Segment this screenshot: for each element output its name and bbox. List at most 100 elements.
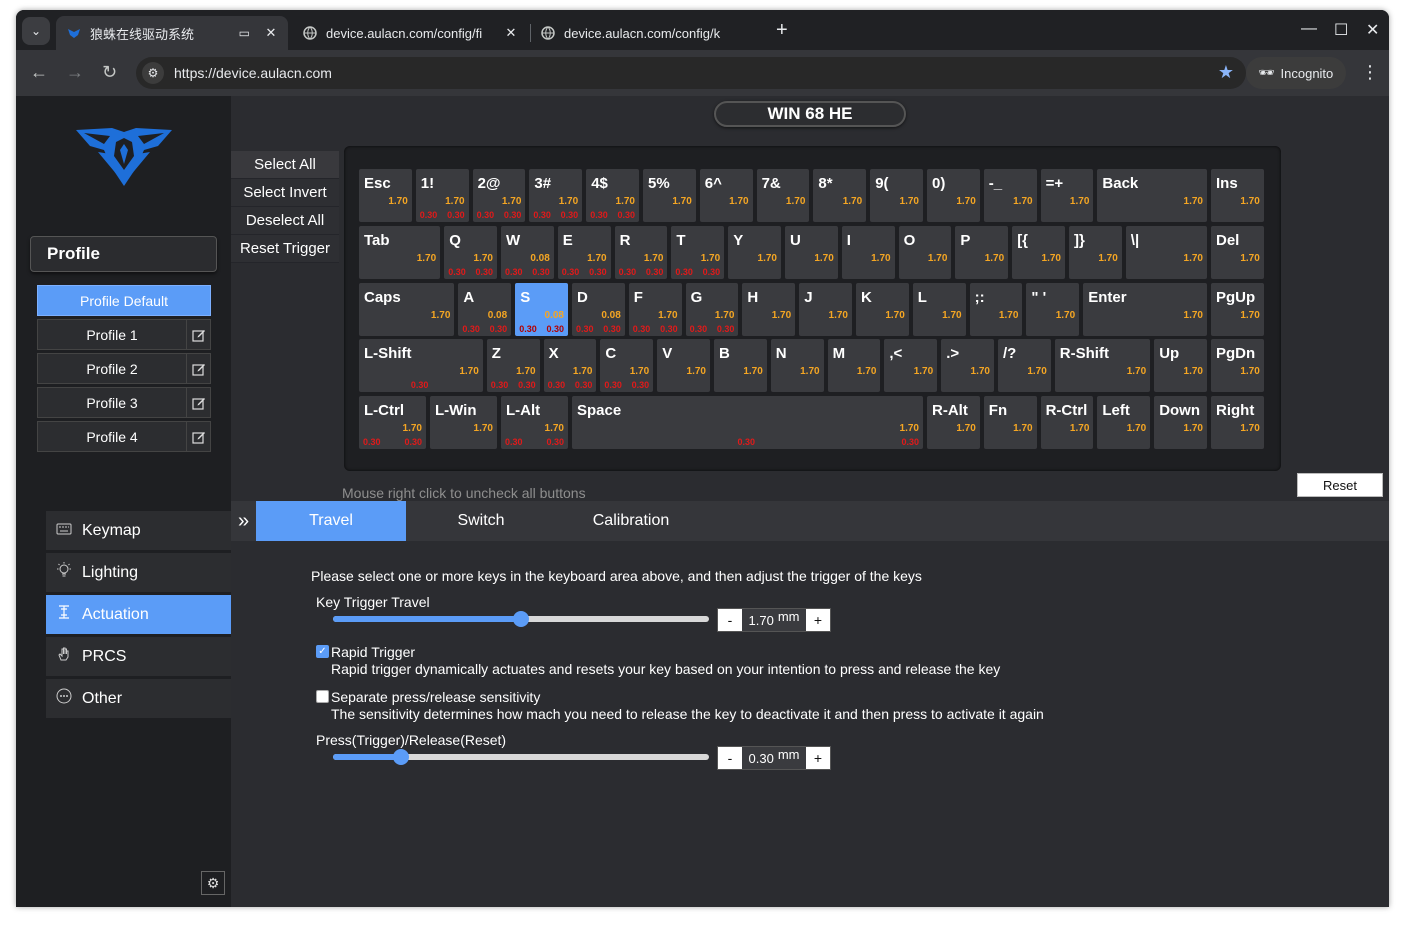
edit-icon[interactable] <box>186 354 210 383</box>
key-h[interactable]: H 1.70 <box>741 281 797 337</box>
profile-2-button[interactable]: Profile 2 <box>37 353 211 384</box>
key-r-alt[interactable]: R-Alt 1.70 <box>926 395 981 451</box>
rapid-trigger-checkbox[interactable]: ✓ <box>316 645 329 658</box>
key-s[interactable]: S 0.08 0.30 0.30 <box>514 281 569 337</box>
key-i[interactable]: I 1.70 <box>840 224 896 280</box>
key-5[interactable]: 5% 1.70 <box>642 168 697 223</box>
profile-default-button[interactable]: Profile Default <box>37 285 211 316</box>
menu-keymap[interactable]: Keymap <box>46 511 231 551</box>
key-[interactable]: =+ 1.70 <box>1039 168 1095 223</box>
key-[interactable]: .> 1.70 <box>940 338 995 394</box>
key-ins[interactable]: Ins 1.70 <box>1210 168 1265 223</box>
profile-3-button[interactable]: Profile 3 <box>37 387 211 418</box>
key-d[interactable]: D 0.08 0.30 0.30 <box>571 281 626 337</box>
key-k[interactable]: K 1.70 <box>855 281 910 337</box>
stepper-value[interactable]: 0.30 mm <box>742 747 806 766</box>
key-r-ctrl[interactable]: R-Ctrl 1.70 <box>1039 395 1095 451</box>
select-invert-button[interactable]: Select Invert <box>231 179 339 207</box>
new-tab-button[interactable]: + <box>776 20 788 40</box>
key-right[interactable]: Right 1.70 <box>1210 395 1265 451</box>
reset-trigger-button[interactable]: Reset Trigger <box>231 235 339 263</box>
close-window-button[interactable]: ✕ <box>1366 20 1379 40</box>
menu-other[interactable]: Other <box>46 679 231 719</box>
maximize-button[interactable]: ☐ <box>1334 20 1348 40</box>
key-p[interactable]: P 1.70 <box>954 224 1010 280</box>
key-7[interactable]: 7& 1.70 <box>755 168 811 223</box>
key-[interactable]: [{1.70 <box>1011 224 1066 280</box>
key-1[interactable]: 1! 1.70 0.30 0.30 <box>414 168 470 223</box>
key-l-alt[interactable]: L-Alt 1.70 0.30 0.30 <box>500 395 569 451</box>
key-space[interactable]: Space 1.70 0.30 0.30 <box>571 395 924 451</box>
browser-tab-active[interactable]: 狼蛛在线驱动系统 ▭ ✕ <box>56 16 288 50</box>
edit-icon[interactable] <box>186 388 210 417</box>
edit-icon[interactable] <box>186 422 210 451</box>
tab-search-button[interactable]: ⌄ <box>22 17 50 45</box>
key-esc[interactable]: Esc 1.70 <box>358 168 413 223</box>
key-r[interactable]: R 1.70 0.30 0.30 <box>613 224 669 280</box>
key-caps[interactable]: Caps 1.70 <box>358 281 456 337</box>
profile-1-button[interactable]: Profile 1 <box>37 319 211 350</box>
deselect-all-button[interactable]: Deselect All <box>231 207 339 235</box>
key-e[interactable]: E 1.70 0.30 0.30 <box>556 224 612 280</box>
key-pgdn[interactable]: PgDn 1.70 <box>1210 338 1265 394</box>
key-o[interactable]: O 1.70 <box>897 224 953 280</box>
key-l-ctrl[interactable]: L-Ctrl 1.70 0.30 0.30 <box>358 395 427 451</box>
key-[interactable]: ,< 1.70 <box>883 338 939 394</box>
press-release-slider[interactable] <box>333 749 709 765</box>
key-enter[interactable]: Enter 1.70 <box>1082 281 1208 337</box>
key-z[interactable]: Z 1.70 0.30 0.30 <box>485 338 541 394</box>
key-pgup[interactable]: PgUp 1.70 <box>1210 281 1265 337</box>
key-0[interactable]: 0) 1.70 <box>926 168 981 223</box>
key-2[interactable]: 2@ 1.70 0.30 0.30 <box>471 168 527 223</box>
key-[interactable]: " ' 1.70 <box>1025 281 1081 337</box>
key-fn[interactable]: Fn 1.70 <box>982 395 1038 451</box>
key-[interactable]: /? 1.70 <box>997 338 1052 394</box>
back-button[interactable]: ← <box>30 62 48 82</box>
edit-icon[interactable] <box>186 320 210 349</box>
key-3[interactable]: 3# 1.70 0.30 0.30 <box>528 168 584 223</box>
decrement-button[interactable]: - <box>718 747 742 769</box>
key-trigger-slider[interactable] <box>333 611 709 627</box>
key-t[interactable]: T 1.70 0.30 0.30 <box>670 224 726 280</box>
menu-prcs[interactable]: PRCS <box>46 637 231 677</box>
browser-tab[interactable]: device.aulacn.com/config/fi ✕ <box>292 16 528 50</box>
key-tab[interactable]: Tab 1.70 <box>358 224 442 280</box>
decrement-button[interactable]: - <box>718 609 742 631</box>
settings-button[interactable]: ⚙ <box>201 871 225 895</box>
key-8[interactable]: 8* 1.70 <box>812 168 868 223</box>
profile-4-button[interactable]: Profile 4 <box>37 421 211 452</box>
key-m[interactable]: M 1.70 <box>826 338 882 394</box>
key-v[interactable]: V 1.70 <box>656 338 711 394</box>
increment-button[interactable]: + <box>806 609 830 631</box>
menu-actuation[interactable]: Actuation <box>46 595 231 635</box>
reset-button[interactable]: Reset <box>1297 473 1383 497</box>
key-[interactable]: \| 1.70 <box>1124 224 1208 280</box>
select-all-button[interactable]: Select All <box>231 151 339 179</box>
site-info-icon[interactable]: ⚙ <box>142 62 164 84</box>
key-9[interactable]: 9(1.70 <box>869 168 924 223</box>
key-4[interactable]: 4$ 1.70 0.30 0.30 <box>585 168 640 223</box>
key-l[interactable]: L 1.70 <box>911 281 967 337</box>
key-y[interactable]: Y 1.70 <box>727 224 782 280</box>
key-l-win[interactable]: L-Win 1.70 <box>429 395 498 451</box>
key-a[interactable]: A 0.08 0.30 0.30 <box>457 281 513 337</box>
key-del[interactable]: Del 1.70 <box>1210 224 1265 280</box>
key-b[interactable]: B 1.70 <box>713 338 768 394</box>
tab-switch[interactable]: Switch <box>406 501 556 541</box>
stepper-value[interactable]: 1.70 mm <box>742 609 806 628</box>
key-u[interactable]: U 1.70 <box>784 224 839 280</box>
key-left[interactable]: Left 1.70 <box>1096 395 1152 451</box>
slider-thumb[interactable] <box>513 611 529 627</box>
menu-lighting[interactable]: Lighting <box>46 553 231 593</box>
key-6[interactable]: 6^ 1.70 <box>698 168 754 223</box>
key-x[interactable]: X 1.70 0.30 0.30 <box>542 338 598 394</box>
key-up[interactable]: Up 1.70 <box>1153 338 1208 394</box>
key-[interactable]: ;: 1.70 <box>968 281 1024 337</box>
slider-thumb[interactable] <box>392 749 409 765</box>
key-r-shift[interactable]: R-Shift 1.70 <box>1053 338 1152 394</box>
key-w[interactable]: W 0.08 0.30 0.30 <box>500 224 555 280</box>
bookmark-star-icon[interactable]: ★ <box>1218 62 1234 83</box>
key-back[interactable]: Back 1.70 <box>1096 168 1208 223</box>
browser-tab[interactable]: device.aulacn.com/config/k <box>530 16 766 50</box>
collapse-chevron-icon[interactable]: » <box>231 501 256 541</box>
